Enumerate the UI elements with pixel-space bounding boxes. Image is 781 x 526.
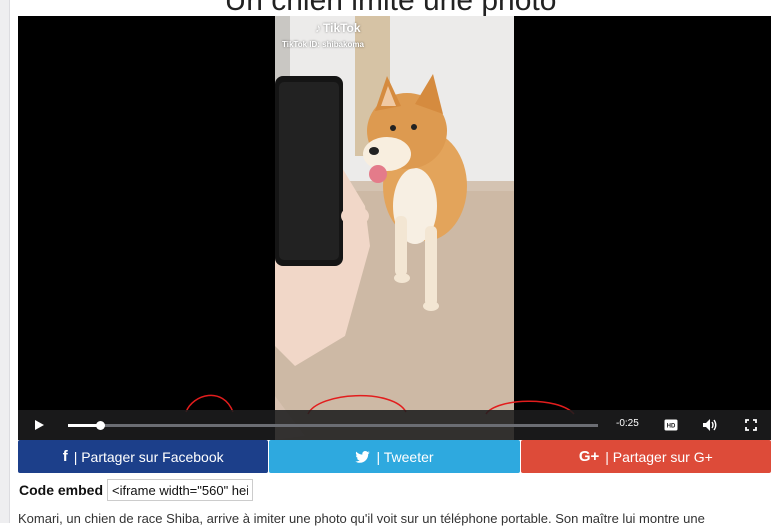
facebook-share-label: | Partager sur Facebook <box>73 448 224 465</box>
progress-knob[interactable] <box>95 421 105 430</box>
embed-label: Code embed <box>19 482 104 498</box>
tiktok-note-icon: ♪ <box>315 21 321 35</box>
play-button[interactable] <box>26 410 52 440</box>
twitter-share-label: | Tweeter <box>376 448 434 465</box>
gplus-share-button[interactable]: G+ | Partager sur G+ <box>520 440 771 473</box>
description-text: Komari, un chien de race Shiba, arrive à… <box>18 511 705 526</box>
fullscreen-button[interactable] <box>739 410 763 440</box>
embed-code-input[interactable] <box>107 479 254 501</box>
hd-text: HD <box>667 424 676 430</box>
google-plus-icon: G+ <box>578 448 600 465</box>
facebook-share-button[interactable]: f | Partager sur Facebook <box>18 440 269 473</box>
twitter-icon <box>355 450 371 463</box>
left-rail <box>0 0 10 523</box>
hd-icon: HD <box>664 419 678 431</box>
tiktok-brand: TikTok <box>323 21 361 35</box>
play-icon <box>35 420 44 430</box>
tiktok-id: TikTok ID: shibakoma <box>282 40 364 49</box>
volume-icon <box>703 419 717 431</box>
gplus-share-label: | Partager sur G+ <box>605 448 713 465</box>
fullscreen-icon <box>745 419 757 431</box>
video-frame: ♪ TikTok TikTok ID: shibakoma <box>275 16 514 440</box>
video-thumbnail <box>275 16 514 440</box>
twitter-share-button[interactable]: | Tweeter <box>269 440 520 473</box>
time-remaining: -0:25 <box>616 418 639 429</box>
embed-row: Code embed <box>19 477 254 503</box>
video-controls: -0:25 HD <box>18 410 771 440</box>
volume-button[interactable] <box>698 410 722 440</box>
hd-button[interactable]: HD <box>660 410 682 440</box>
tiktok-watermark: ♪ TikTok <box>315 21 361 35</box>
facebook-icon: f <box>62 448 68 465</box>
progress-bar[interactable] <box>68 421 598 430</box>
share-buttons: f | Partager sur Facebook | Tweeter G+ |… <box>18 440 771 473</box>
video-player[interactable]: ♪ TikTok TikTok ID: shibakoma -0:25 HD <box>18 16 771 440</box>
